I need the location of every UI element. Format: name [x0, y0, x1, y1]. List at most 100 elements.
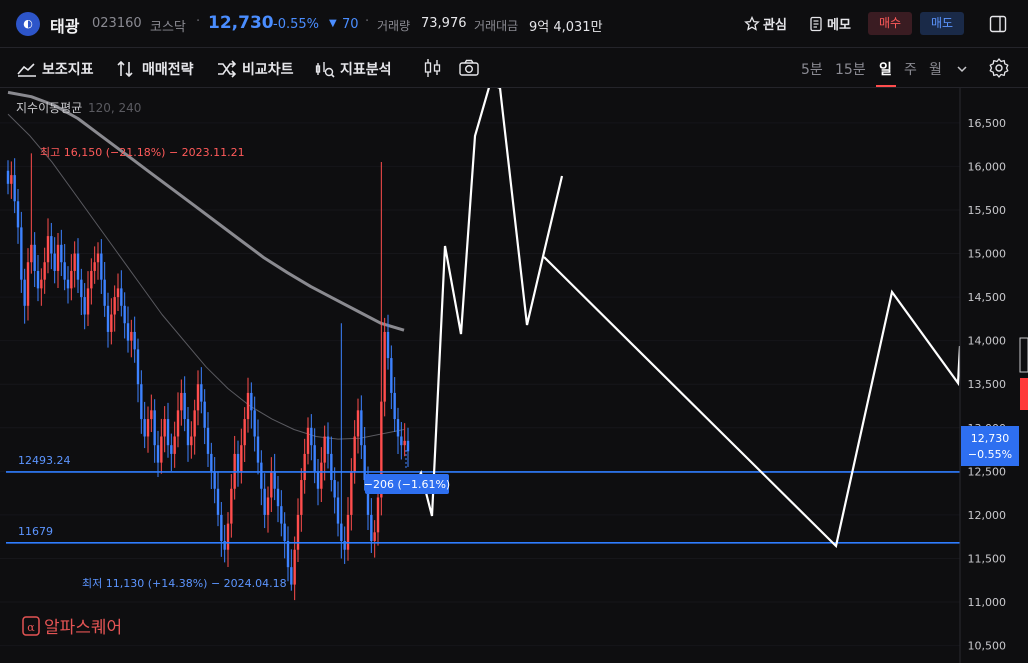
gear-icon[interactable]: [988, 57, 1010, 79]
candle-body: [336, 497, 340, 524]
strategy-icon: [117, 60, 133, 78]
shuffle-icon: [218, 60, 237, 78]
panel-toggle-icon[interactable]: [989, 15, 1007, 33]
memo-button[interactable]: 메모: [808, 14, 851, 33]
volume-marker: [1020, 378, 1028, 410]
candlestick-icon[interactable]: [422, 58, 444, 78]
chevron-down-icon[interactable]: [955, 63, 969, 75]
buy-button[interactable]: 매수: [868, 12, 912, 35]
timeframe-day[interactable]: 일: [879, 59, 892, 79]
indicators-button[interactable]: 보조지표: [16, 59, 94, 79]
candle-body: [173, 436, 176, 454]
stock-name[interactable]: 태광: [50, 13, 79, 37]
scroll-thumb[interactable]: [1019, 337, 1028, 373]
candle-body: [250, 392, 253, 411]
compare-button[interactable]: 비교차트: [216, 59, 294, 79]
separator: ·: [365, 14, 370, 29]
y-tick-label: 13,500: [968, 378, 1007, 391]
market-name: 코스닥: [150, 20, 186, 35]
candle-body: [156, 445, 160, 463]
stock-header: ◐ 태광 023160 코스닥 · 12,730 -0.55% ▼ 70 · 거…: [0, 0, 1028, 48]
candle-body: [103, 279, 106, 306]
stock-logo: ◐: [16, 12, 40, 36]
candle-body: [326, 436, 330, 454]
candle-body: [280, 506, 283, 524]
candle-body: [136, 349, 140, 385]
candle-body: [130, 331, 133, 341]
candle-body: [146, 419, 150, 437]
candle-body: [26, 262, 30, 306]
candle-body: [53, 253, 56, 271]
indicators-label: 보조지표: [42, 62, 94, 78]
candle-body: [316, 471, 320, 489]
candle-body: [310, 427, 313, 446]
current-price-tag-value: 12,730: [971, 432, 1010, 445]
candle-body: [240, 445, 243, 472]
candle-body: [360, 410, 363, 446]
volume-value: 73,976: [421, 16, 467, 31]
candle-body: [270, 471, 273, 498]
svg-text:α: α: [27, 621, 35, 634]
candle-body: [153, 410, 156, 446]
candle-body: [23, 279, 26, 306]
y-tick-label: 14,500: [968, 291, 1007, 304]
y-tick-label: 11,500: [968, 552, 1007, 565]
candle-body: [93, 262, 96, 271]
candle-body: [296, 514, 300, 550]
candle-body: [143, 419, 146, 437]
candle-body: [406, 440, 410, 452]
price-chart[interactable]: 12493.24 11679 10,500 11,000 11,500 12,000 12…: [0, 88, 1028, 663]
timeframe-15min[interactable]: 15분: [835, 59, 866, 79]
candle-body: [176, 410, 180, 437]
watch-button[interactable]: 관심: [744, 14, 787, 33]
candle-body: [36, 270, 40, 289]
y-tick-label: 15,500: [968, 204, 1007, 217]
candle-body: [236, 453, 240, 472]
y-tick-label: 15,000: [968, 248, 1007, 261]
candle-body: [256, 436, 260, 463]
candle-body: [113, 297, 116, 315]
candle-body: [303, 453, 306, 481]
alphasquare-logo: α: [22, 616, 40, 636]
y-tick-label: 14,000: [968, 335, 1007, 348]
candle-body: [266, 497, 270, 515]
timeframe-5min[interactable]: 5분: [801, 59, 823, 79]
camera-icon[interactable]: [458, 58, 480, 78]
candle-body: [350, 471, 353, 515]
candle-body: [80, 279, 83, 298]
candle-body: [246, 392, 250, 420]
candle-body: [333, 480, 336, 498]
candle-body: [180, 392, 183, 411]
timeframe-month[interactable]: 월: [929, 59, 942, 79]
candle-body: [353, 436, 356, 472]
candle-body: [393, 392, 396, 420]
change-value: 70: [342, 17, 359, 32]
candle-body: [40, 279, 43, 289]
candle-body: [346, 514, 350, 550]
analysis-icon: [315, 62, 335, 78]
strategy-button[interactable]: 매매전략: [116, 59, 194, 79]
candle-body: [86, 288, 90, 315]
candle-body: [323, 436, 326, 463]
candle-body: [293, 549, 296, 585]
candle-body: [150, 410, 153, 420]
candle-body: [306, 427, 310, 454]
candle-body: [400, 436, 403, 446]
candle-body: [160, 436, 163, 463]
candle-body: [286, 541, 290, 568]
candle-body: [140, 384, 143, 420]
candle-body: [290, 567, 293, 585]
low-annotation: 최저 11,130 (+14.38%) − 2024.04.18: [82, 577, 287, 590]
candle-body: [260, 462, 263, 489]
indicator-label[interactable]: 지수이동평균: [16, 101, 82, 115]
candle-body: [76, 253, 80, 280]
candle-body: [200, 384, 203, 402]
timeframe-week[interactable]: 주: [904, 59, 917, 79]
high-annotation: 최고 16,150 (−21.18%) − 2023.11.21: [40, 146, 245, 159]
analysis-button[interactable]: 지표분석: [314, 59, 392, 79]
candle-body: [313, 445, 316, 472]
candle-body: [33, 244, 36, 271]
candle-body: [193, 410, 196, 437]
separator: ·: [196, 14, 201, 29]
sell-button[interactable]: 매도: [920, 12, 964, 35]
